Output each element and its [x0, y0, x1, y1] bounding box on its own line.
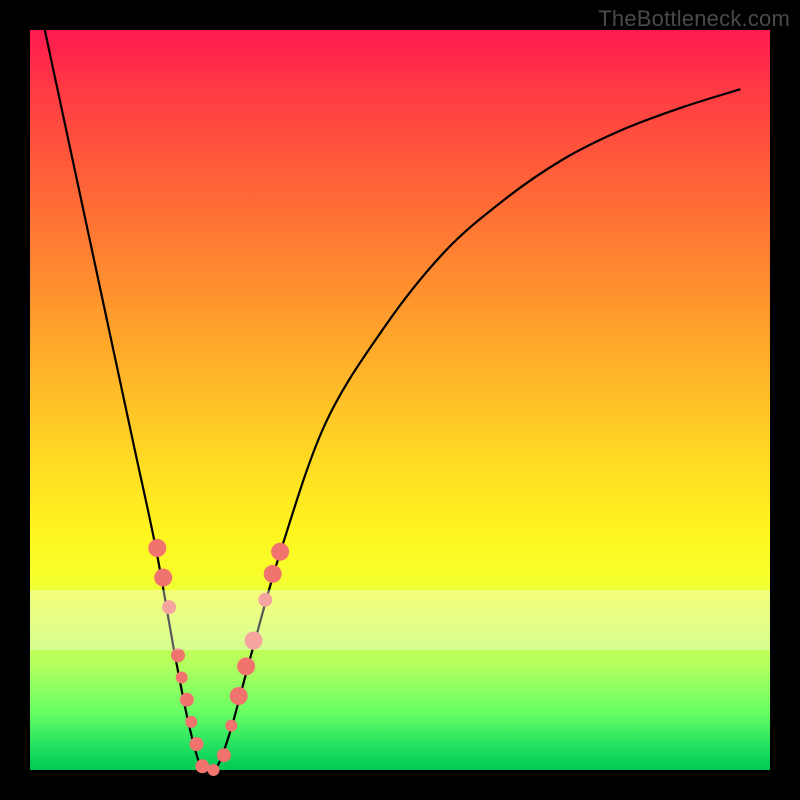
- data-dot: [154, 569, 172, 587]
- watermark-text: TheBottleneck.com: [598, 6, 790, 32]
- data-dot: [217, 748, 231, 762]
- data-dot: [180, 693, 194, 707]
- data-dot: [190, 737, 204, 751]
- data-dot: [162, 600, 176, 614]
- data-dot: [271, 543, 289, 561]
- data-dot: [171, 648, 185, 662]
- data-dot: [208, 764, 220, 776]
- data-dot: [230, 687, 248, 705]
- data-dot: [148, 539, 166, 557]
- data-dot: [258, 593, 272, 607]
- chart-frame: TheBottleneck.com: [0, 0, 800, 800]
- data-dot: [264, 565, 282, 583]
- data-dot: [225, 720, 237, 732]
- data-dot: [185, 716, 197, 728]
- plot-area: [30, 30, 770, 770]
- data-dot: [237, 657, 255, 675]
- highlight-dots: [148, 539, 289, 776]
- chart-svg: [30, 30, 770, 770]
- data-dot: [245, 632, 263, 650]
- data-dot: [176, 672, 188, 684]
- data-dot: [195, 759, 209, 773]
- v-curve-line: [45, 30, 741, 775]
